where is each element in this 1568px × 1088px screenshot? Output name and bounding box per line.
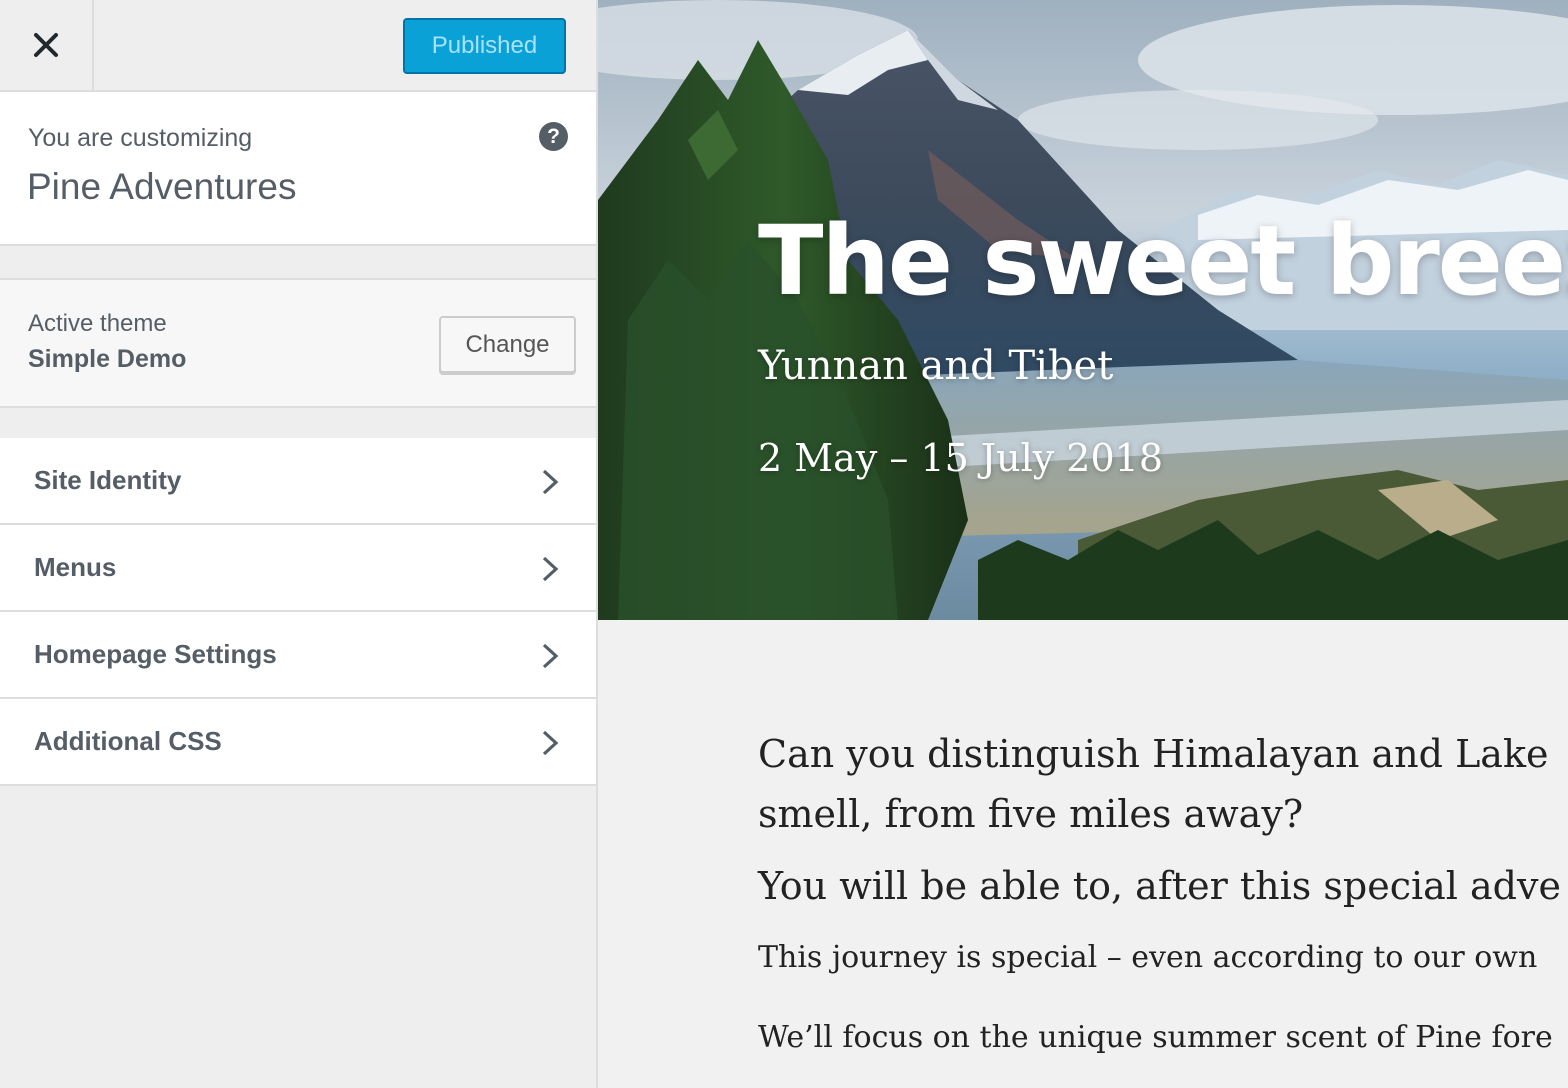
help-icon[interactable]: ? bbox=[539, 122, 568, 151]
chevron-right-icon bbox=[542, 469, 559, 495]
hero-image: The sweet breeze Yunnan and Tibet 2 May … bbox=[598, 0, 1568, 620]
site-info-panel: You are customizing Pine Adventures ? bbox=[0, 92, 596, 246]
content-paragraph: smell, from five miles away? bbox=[758, 784, 1568, 844]
section-homepage-settings[interactable]: Homepage Settings bbox=[0, 612, 596, 699]
paragraph-line: You will be able to, after this special … bbox=[758, 864, 1561, 908]
close-icon bbox=[34, 33, 58, 57]
paragraph-line: We’ll focus on the unique summer scent o… bbox=[758, 1020, 1553, 1055]
content-paragraph: We’ll focus on the unique summer scent o… bbox=[758, 1016, 1568, 1060]
customizer-header: Published bbox=[0, 0, 596, 92]
hero-title: The sweet breeze bbox=[758, 205, 1568, 317]
paragraph-line: Can you distinguish Himalayan and Lake bbox=[758, 732, 1549, 776]
paragraph-line: This journey is special – even according… bbox=[758, 940, 1538, 975]
section-title: Additional CSS bbox=[34, 726, 222, 756]
chevron-right-icon bbox=[542, 730, 559, 756]
section-title: Menus bbox=[34, 552, 117, 582]
section-title: Site Identity bbox=[34, 465, 182, 495]
section-site-identity[interactable]: Site Identity bbox=[0, 438, 596, 525]
customizer-sections: Site Identity Menus Homepage Settings Ad… bbox=[0, 438, 596, 786]
hero-subtitle: Yunnan and Tibet bbox=[758, 343, 1114, 389]
content-paragraph: Can you distinguish Himalayan and Lake bbox=[758, 724, 1568, 784]
section-additional-css[interactable]: Additional CSS bbox=[0, 699, 596, 786]
chevron-right-icon bbox=[542, 556, 559, 582]
content-paragraph: You will be able to, after this special … bbox=[758, 856, 1568, 916]
active-theme-name: Simple Demo bbox=[28, 345, 187, 373]
content-paragraph: This journey is special – even according… bbox=[758, 936, 1568, 980]
post-content: Can you distinguish Himalayan and Lake s… bbox=[758, 724, 1568, 1088]
paragraph-line: smell, from five miles away? bbox=[758, 792, 1304, 836]
site-title: Pine Adventures bbox=[27, 166, 297, 207]
section-title: Homepage Settings bbox=[34, 639, 277, 669]
chevron-right-icon bbox=[542, 643, 559, 669]
active-theme-label: Active theme bbox=[28, 310, 167, 337]
change-theme-button[interactable]: Change bbox=[439, 316, 576, 373]
close-button[interactable] bbox=[0, 0, 94, 90]
site-preview: The sweet breeze Yunnan and Tibet 2 May … bbox=[598, 0, 1568, 1088]
customizing-label: You are customizing bbox=[28, 124, 253, 152]
customizer-sidebar: Published You are customizing Pine Adven… bbox=[0, 0, 598, 1088]
publish-button[interactable]: Published bbox=[403, 18, 566, 74]
hero-date: 2 May – 15 July 2018 bbox=[758, 436, 1163, 480]
active-theme-panel: Active theme Simple Demo Change bbox=[0, 278, 596, 408]
section-menus[interactable]: Menus bbox=[0, 525, 596, 612]
